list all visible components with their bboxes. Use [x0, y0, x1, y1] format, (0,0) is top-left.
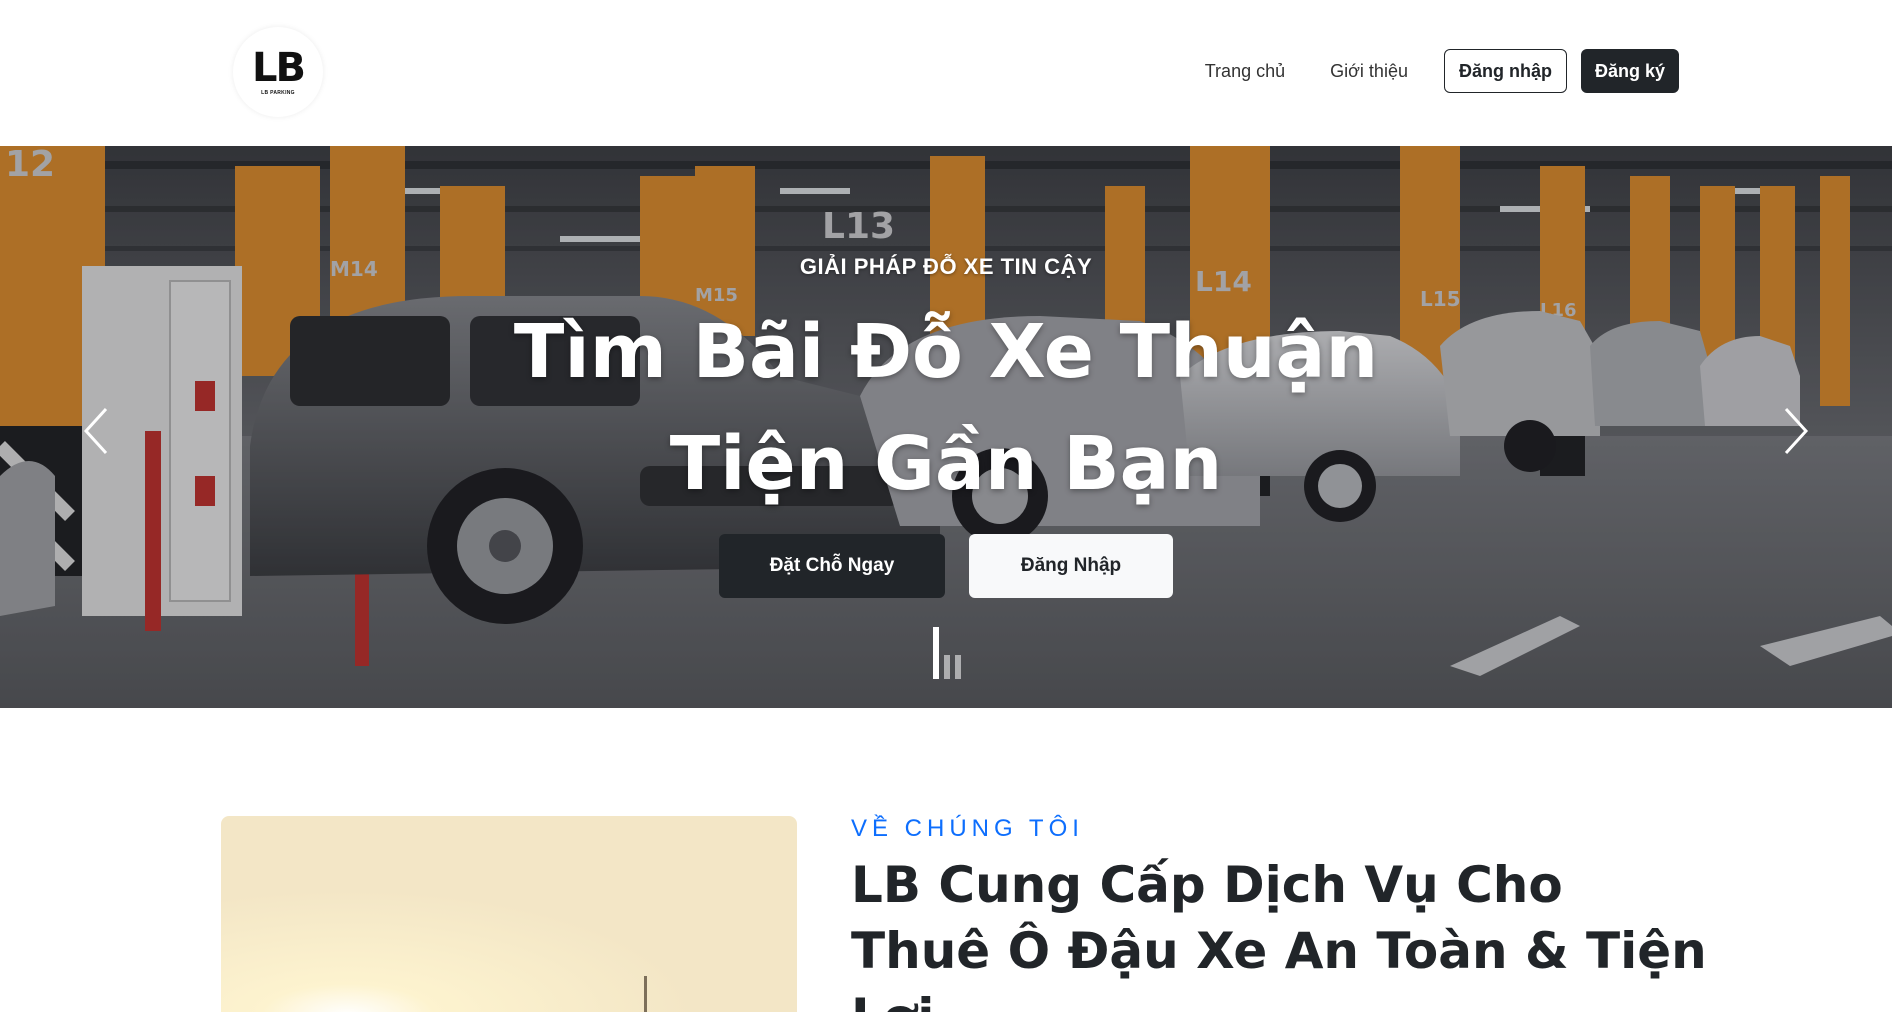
- carousel-indicator-3[interactable]: [955, 655, 961, 679]
- hero-carousel: 12 L13 L14 M14 L15 L16 M15 N16: [0, 146, 1892, 708]
- nav-links: Trang chủ Giới thiệu Đăng nhập Đăng ký: [1205, 49, 1679, 93]
- logo-subtext: LB PARKING: [261, 90, 295, 96]
- carousel-indicator-2[interactable]: [944, 655, 950, 679]
- hero-login-button[interactable]: Đăng Nhập: [969, 534, 1173, 598]
- login-button[interactable]: Đăng nhập: [1443, 49, 1567, 93]
- hero-buttons: Đặt Chỗ Ngay Đăng Nhập: [0, 534, 1892, 598]
- logo[interactable]: LB LB PARKING: [233, 27, 323, 117]
- about-image: [221, 816, 797, 1012]
- about-title: LB Cung Cấp Dịch Vụ Cho Thuê Ô Đậu Xe An…: [851, 856, 1707, 1012]
- carousel-indicator-1[interactable]: [933, 627, 939, 679]
- logo-mark: LB: [252, 45, 306, 91]
- hero-title: Tìm Bãi Đỗ Xe Thuận Tiện Gần Bạn: [513, 309, 1379, 507]
- navbar: LB LB PARKING Trang chủ Giới thiệu Đăng …: [0, 0, 1892, 146]
- register-button[interactable]: Đăng ký: [1580, 49, 1679, 93]
- carousel-indicators: [933, 627, 961, 679]
- nav-link-home[interactable]: Trang chủ: [1205, 61, 1285, 82]
- hero-content: GIẢI PHÁP ĐỖ XE TIN CẬY Tìm Bãi Đỗ Xe Th…: [0, 146, 1892, 708]
- hero-kicker: GIẢI PHÁP ĐỖ XE TIN CẬY: [799, 254, 1093, 279]
- about-kicker: VỀ CHÚNG TÔI: [851, 815, 1084, 842]
- nav-link-about[interactable]: Giới thiệu: [1330, 61, 1408, 82]
- book-now-button[interactable]: Đặt Chỗ Ngay: [719, 534, 945, 598]
